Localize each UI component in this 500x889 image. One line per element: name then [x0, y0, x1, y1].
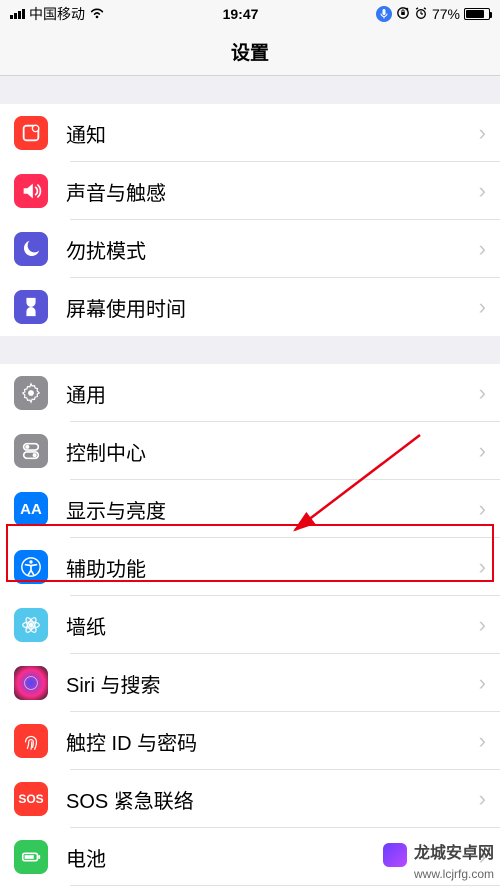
row-general[interactable]: 通用 › — [0, 364, 500, 422]
row-label: 声音与触感 — [66, 177, 479, 206]
watermark-logo-icon — [383, 843, 407, 867]
row-label: SOS 紧急联络 — [66, 785, 479, 814]
display-icon: AA — [14, 492, 48, 526]
settings-group-2: 通用 › 控制中心 › AA 显示与亮度 › 辅助功能 › 墙纸 › Siri … — [0, 364, 500, 889]
notifications-icon — [14, 116, 48, 150]
nav-bar: 设置 — [0, 28, 500, 76]
status-left: 中国移动 — [10, 4, 105, 24]
sounds-icon — [14, 174, 48, 208]
chevron-right-icon: › — [479, 120, 486, 146]
settings-group-1: 通知 › 声音与触感 › 勿扰模式 › 屏幕使用时间 › — [0, 104, 500, 336]
row-controlcenter[interactable]: 控制中心 › — [0, 422, 500, 480]
wifi-icon — [89, 6, 105, 22]
touchid-icon — [14, 724, 48, 758]
status-bar: 中国移动 19:47 77% — [0, 0, 500, 28]
row-label: 辅助功能 — [66, 553, 479, 582]
battery-icon — [464, 8, 490, 20]
row-label: 屏幕使用时间 — [66, 293, 479, 322]
row-label: 控制中心 — [66, 437, 479, 466]
voice-icon — [376, 6, 392, 22]
row-display[interactable]: AA 显示与亮度 › — [0, 480, 500, 538]
battery-pct: 77% — [432, 6, 460, 22]
controlcenter-icon — [14, 434, 48, 468]
chevron-right-icon: › — [479, 178, 486, 204]
row-accessibility[interactable]: 辅助功能 › — [0, 538, 500, 596]
watermark-url: www.lcjrfg.com — [414, 867, 494, 881]
row-label: 通知 — [66, 119, 479, 148]
sos-icon: SOS — [14, 782, 48, 816]
row-screentime[interactable]: 屏幕使用时间 › — [0, 278, 500, 336]
chevron-right-icon: › — [479, 294, 486, 320]
row-label: Siri 与搜索 — [66, 669, 479, 698]
chevron-right-icon: › — [479, 670, 486, 696]
battery-row-icon — [14, 840, 48, 874]
row-siri[interactable]: Siri 与搜索 › — [0, 654, 500, 712]
row-dnd[interactable]: 勿扰模式 › — [0, 220, 500, 278]
chevron-right-icon: › — [479, 438, 486, 464]
signal-icon — [10, 9, 25, 19]
screentime-icon — [14, 290, 48, 324]
row-label: 墙纸 — [66, 611, 479, 640]
general-icon — [14, 376, 48, 410]
row-wallpaper[interactable]: 墙纸 › — [0, 596, 500, 654]
orientation-lock-icon — [396, 6, 410, 23]
carrier-label: 中国移动 — [29, 4, 85, 24]
accessibility-icon — [14, 550, 48, 584]
chevron-right-icon: › — [479, 236, 486, 262]
row-label: 通用 — [66, 379, 479, 408]
row-sounds[interactable]: 声音与触感 › — [0, 162, 500, 220]
status-right: 77% — [376, 6, 490, 23]
chevron-right-icon: › — [479, 786, 486, 812]
watermark-site: 龙城安卓网 — [414, 846, 494, 863]
row-notifications[interactable]: 通知 › — [0, 104, 500, 162]
row-label: 显示与亮度 — [66, 495, 479, 524]
page-title: 设置 — [231, 38, 269, 65]
row-touchid[interactable]: 触控 ID 与密码 › — [0, 712, 500, 770]
row-sos[interactable]: SOS SOS 紧急联络 › — [0, 770, 500, 828]
watermark: 龙城安卓网 www.lcjrfg.com — [383, 843, 494, 883]
row-label: 勿扰模式 — [66, 235, 479, 264]
wallpaper-icon — [14, 608, 48, 642]
chevron-right-icon: › — [479, 728, 486, 754]
chevron-right-icon: › — [479, 496, 486, 522]
status-time: 19:47 — [223, 6, 259, 22]
siri-icon — [14, 666, 48, 700]
dnd-icon — [14, 232, 48, 266]
chevron-right-icon: › — [479, 612, 486, 638]
chevron-right-icon: › — [479, 554, 486, 580]
row-label: 触控 ID 与密码 — [66, 727, 479, 756]
chevron-right-icon: › — [479, 380, 486, 406]
alarm-icon — [414, 6, 428, 23]
